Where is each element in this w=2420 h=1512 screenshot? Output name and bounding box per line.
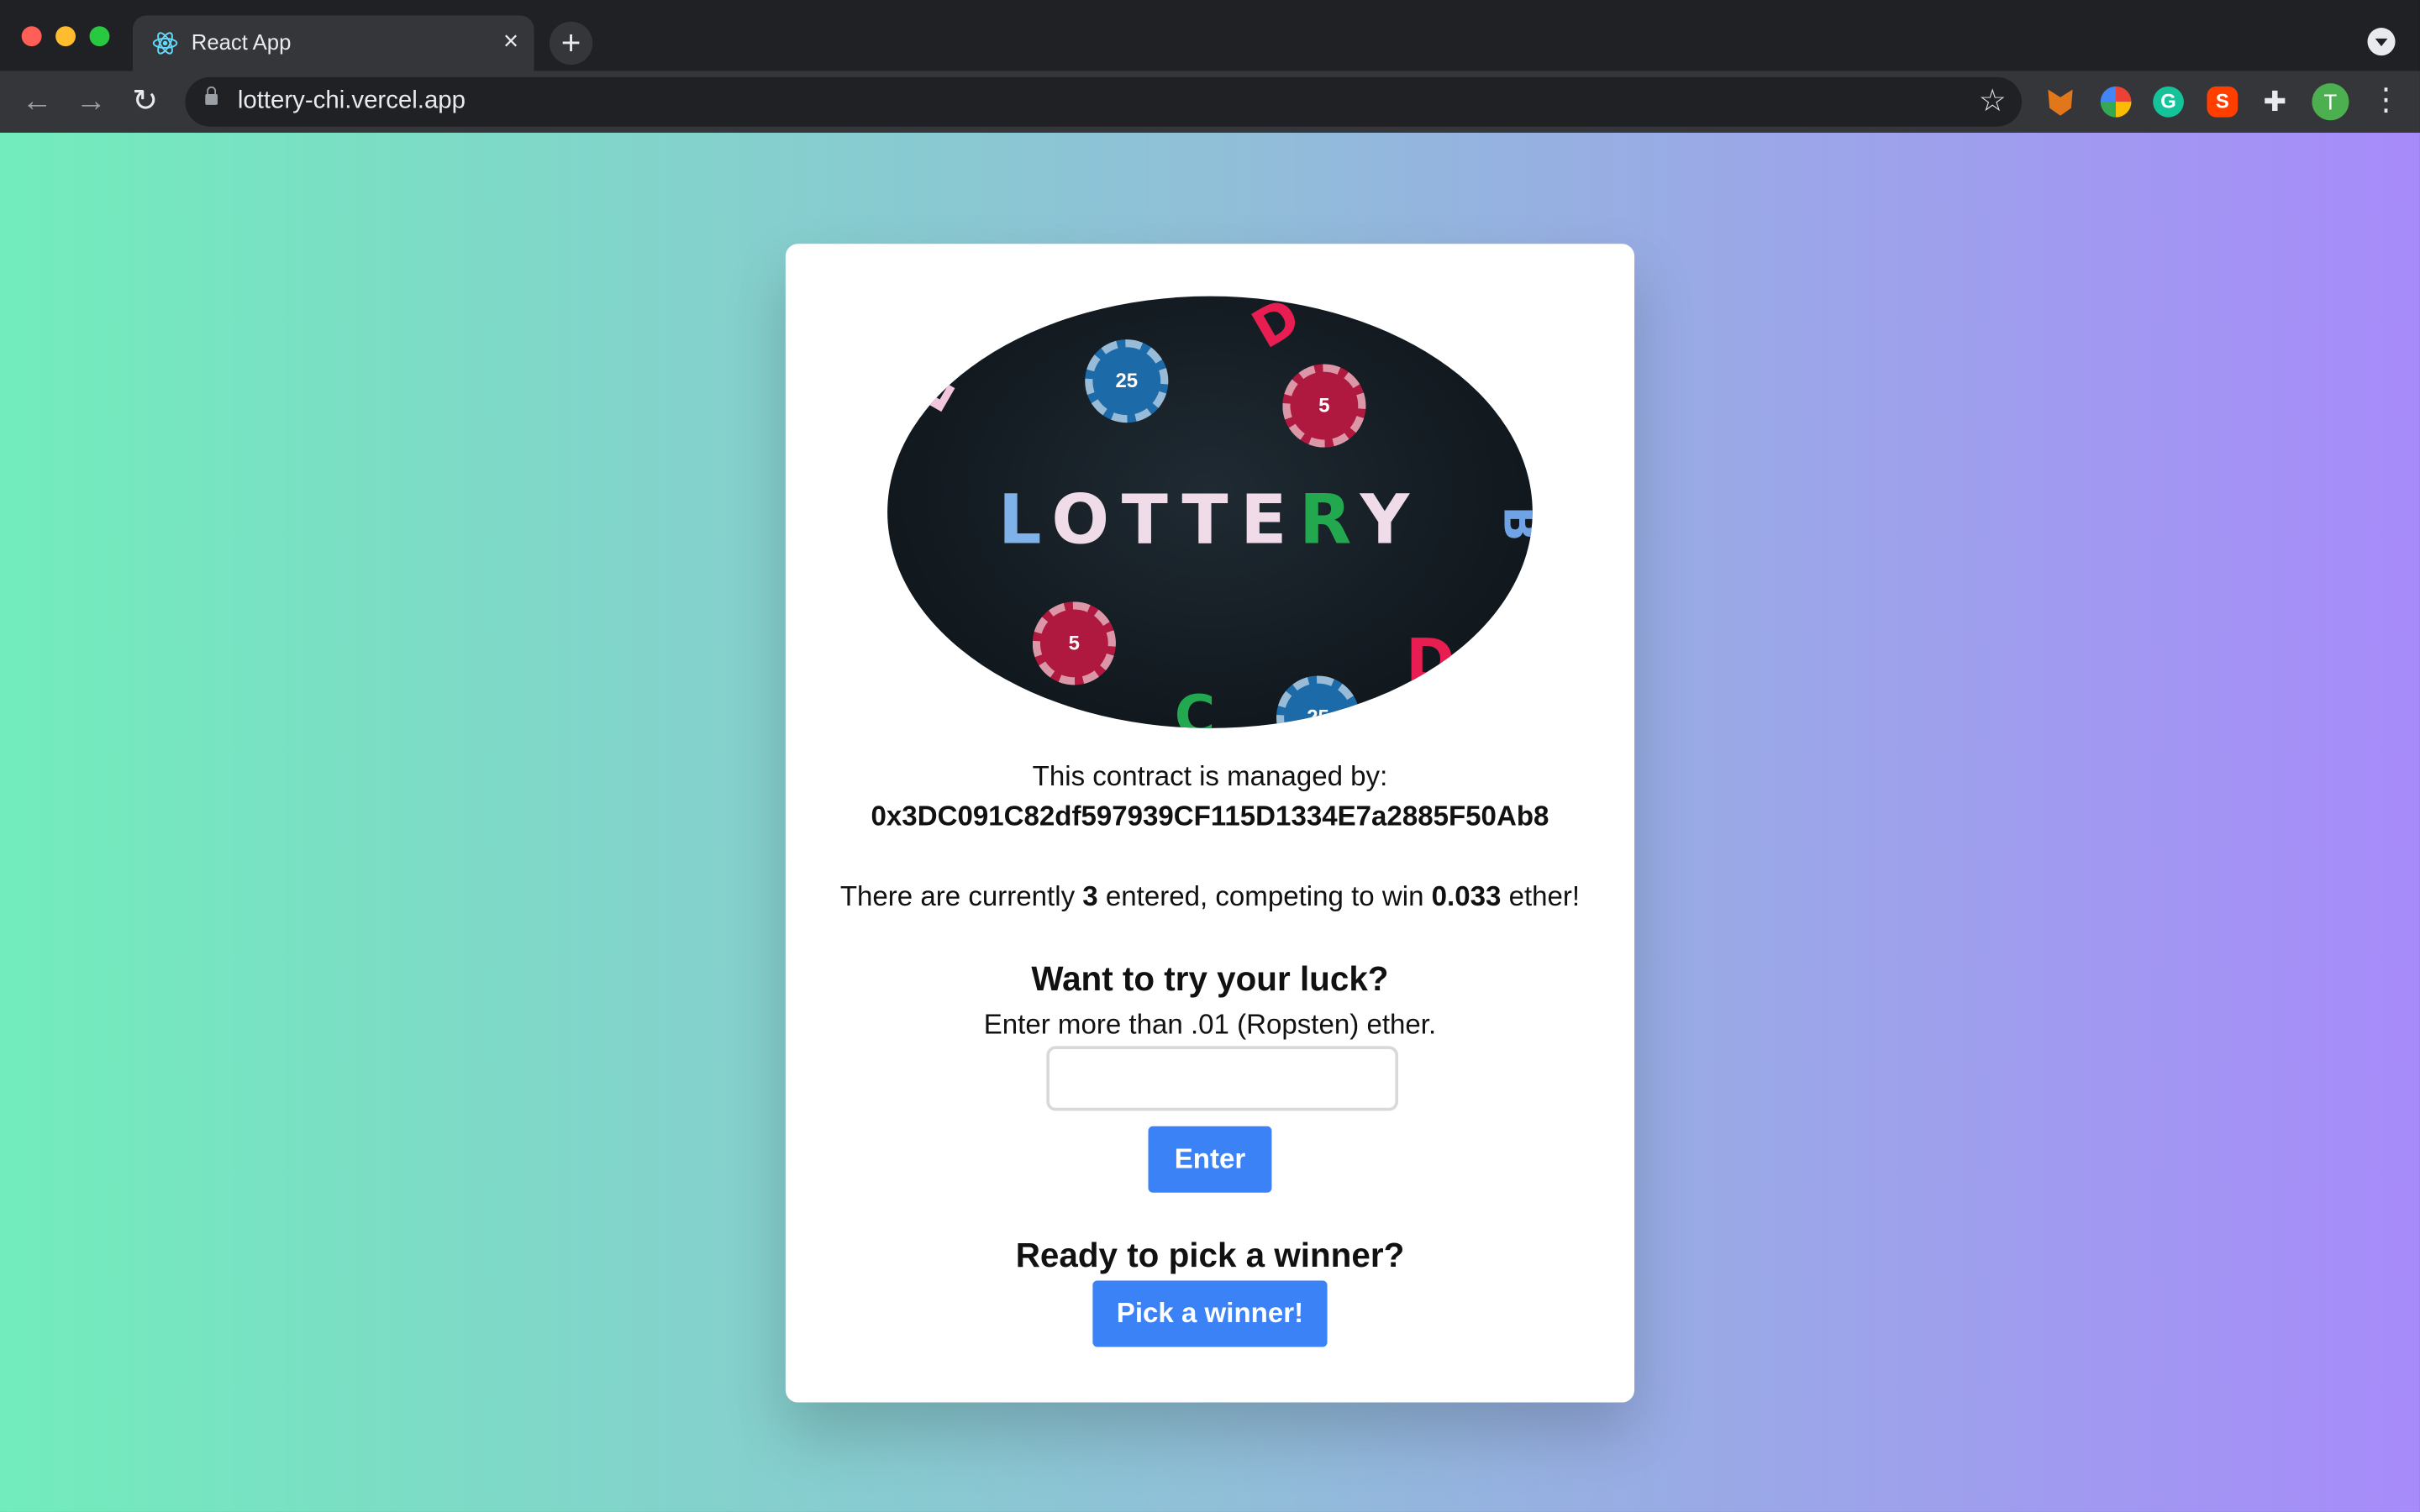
lottery-letter: T xyxy=(1181,481,1241,560)
manager-address: 0x3DC091C82df597939CF115D1334E7a2885F50A… xyxy=(871,801,1549,832)
screen: React App × + ← → ↻ lottery-chi.vercel.a… xyxy=(0,0,2420,1512)
status-middle: entered, competing to win xyxy=(1097,880,1432,912)
enter-button[interactable]: Enter xyxy=(1148,1126,1272,1193)
poker-chip: 5 xyxy=(1032,601,1116,685)
page-background: E D B D C 25 5 5 25 LOTTERY This contrac… xyxy=(0,132,2420,1512)
lottery-word: LOTTERY xyxy=(887,481,1533,560)
back-arrow-icon[interactable]: ← xyxy=(15,81,58,123)
new-tab-button[interactable]: + xyxy=(549,21,593,66)
poker-chip: 25 xyxy=(1276,675,1360,728)
ether-amount-input[interactable] xyxy=(1046,1046,1399,1111)
close-window-button[interactable] xyxy=(21,26,42,47)
browser-titlebar: React App × + xyxy=(0,0,2420,71)
decorative-letter-d: D xyxy=(1242,296,1311,362)
url-text[interactable]: lottery-chi.vercel.app xyxy=(238,88,466,116)
color-picker-icon[interactable] xyxy=(2100,86,2132,118)
lock-icon xyxy=(205,86,218,105)
manager-label: This contract is managed by: xyxy=(1032,760,1388,792)
lottery-card: E D B D C 25 5 5 25 LOTTERY This contrac… xyxy=(785,244,1635,1403)
metamask-icon[interactable] xyxy=(2048,89,2073,116)
extensions-icon[interactable]: ✚ xyxy=(2260,87,2291,118)
lottery-letter: Y xyxy=(1360,481,1422,560)
player-count: 3 xyxy=(1082,880,1098,912)
address-bar[interactable]: lottery-chi.vercel.app ☆ xyxy=(185,76,2023,127)
browser-toolbar: ← → ↻ lottery-chi.vercel.app ☆ G S ✚ T ⋮ xyxy=(0,71,2420,133)
lottery-letter: R xyxy=(1299,481,1360,560)
profile-avatar[interactable]: T xyxy=(2312,83,2349,121)
lottery-letter: L xyxy=(998,481,1052,560)
grammarly-icon[interactable]: G xyxy=(2153,86,2184,118)
browser-tab[interactable]: React App × xyxy=(132,15,534,71)
decorative-letter-c: C xyxy=(1174,685,1216,728)
maximize-window-button[interactable] xyxy=(89,26,110,47)
svelte-icon[interactable]: S xyxy=(2207,86,2238,118)
lottery-letter: E xyxy=(1240,481,1300,560)
react-icon xyxy=(152,32,178,55)
tab-title: React App xyxy=(191,29,292,55)
forward-arrow-icon[interactable]: → xyxy=(70,81,113,123)
tab-close-icon[interactable]: × xyxy=(503,26,518,57)
status-prefix: There are currently xyxy=(839,880,1083,912)
decorative-letter-e: E xyxy=(897,360,969,423)
lottery-status: There are currently 3 entered, competing… xyxy=(786,881,1634,914)
status-suffix: ether! xyxy=(1501,880,1581,912)
tab-search-icon[interactable] xyxy=(2367,28,2396,56)
reload-icon[interactable]: ↻ xyxy=(124,81,166,123)
minimize-window-button[interactable] xyxy=(55,26,76,47)
pick-winner-button[interactable]: Pick a winner! xyxy=(1092,1280,1328,1347)
lottery-hero-image: E D B D C 25 5 5 25 LOTTERY xyxy=(887,296,1533,728)
poker-chip: 25 xyxy=(1085,339,1169,423)
prize-balance: 0.033 xyxy=(1431,880,1502,912)
pick-winner-title: Ready to pick a winner? xyxy=(1015,1236,1405,1275)
lottery-letter: O xyxy=(1051,481,1122,560)
lottery-letter: T xyxy=(1121,481,1182,560)
entry-title: Want to try your luck? xyxy=(1031,959,1389,999)
entry-hint: Enter more than .01 (Ropsten) ether. xyxy=(983,1009,1437,1040)
bookmark-star-icon[interactable]: ☆ xyxy=(1979,81,2007,120)
menu-icon[interactable]: ⋮ xyxy=(2370,81,2402,118)
poker-chip: 5 xyxy=(1282,364,1366,448)
decorative-letter-d2: D xyxy=(1406,626,1455,695)
